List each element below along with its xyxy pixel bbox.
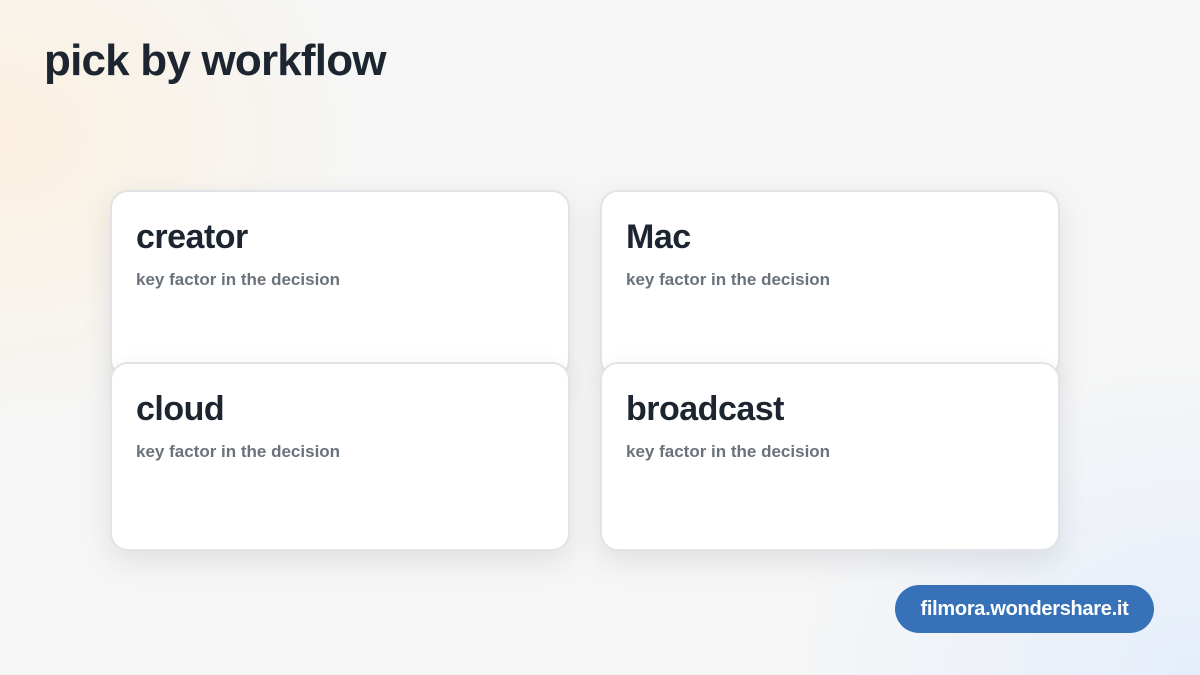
- page-title: pick by workflow: [44, 36, 387, 85]
- card-subtitle: key factor in the decision: [136, 442, 341, 461]
- card-title: cloud: [136, 390, 225, 428]
- card-subtitle: key factor in the decision: [626, 442, 831, 461]
- website-badge[interactable]: filmora.wondershare.it: [895, 585, 1154, 633]
- workflow-card-cloud[interactable]: cloud key factor in the decision: [110, 362, 570, 551]
- card-title: creator: [136, 218, 248, 256]
- card-subtitle: key factor in the decision: [136, 270, 341, 289]
- workflow-card-broadcast[interactable]: broadcast key factor in the decision: [600, 362, 1060, 551]
- card-title: broadcast: [626, 390, 785, 428]
- card-subtitle: key factor in the decision: [626, 270, 831, 289]
- card-title: Mac: [626, 218, 691, 256]
- workflow-card-creator[interactable]: creator key factor in the decision: [110, 190, 570, 378]
- workflow-card-mac[interactable]: Mac key factor in the decision: [600, 190, 1060, 378]
